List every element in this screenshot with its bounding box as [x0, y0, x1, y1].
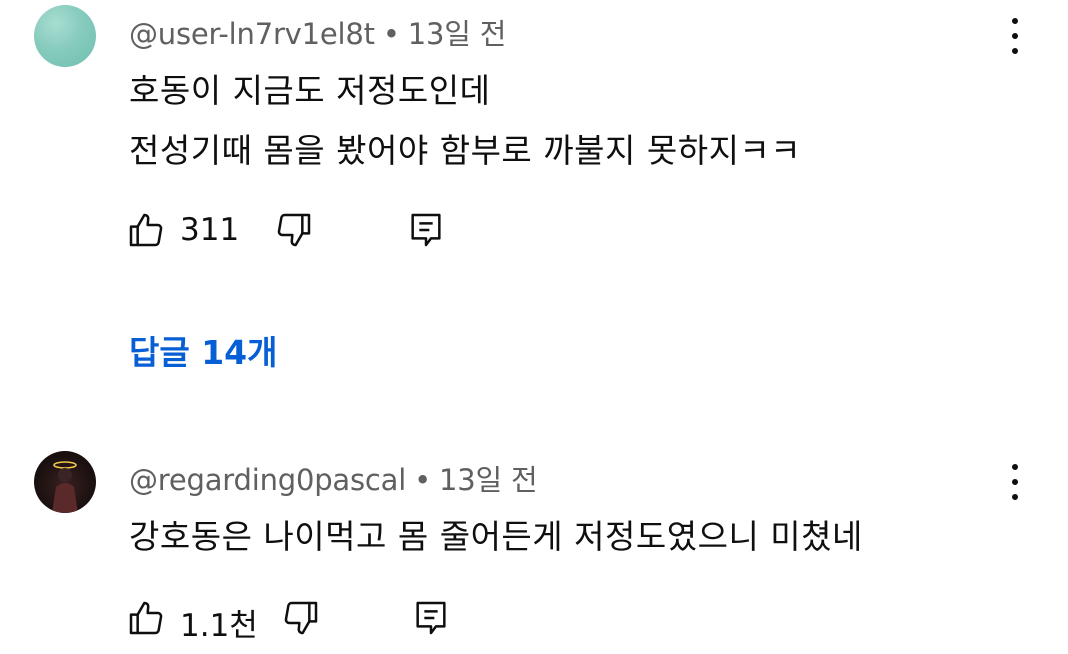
- comment-header: @regarding0pascal • 13일 전: [129, 457, 538, 499]
- dot-icon: [1012, 464, 1018, 470]
- like-button[interactable]: [126, 210, 166, 250]
- dislike-button[interactable]: [281, 598, 321, 638]
- like-count: 1.1천: [180, 608, 258, 644]
- comment-text-line: 호동이 지금도 저정도인데: [129, 71, 491, 110]
- view-replies-button[interactable]: 답글 14개: [129, 326, 278, 374]
- avatar[interactable]: [34, 5, 96, 67]
- dot-icon: [1012, 494, 1018, 500]
- like-button[interactable]: [126, 598, 166, 638]
- dislike-button[interactable]: [274, 210, 314, 250]
- dot-icon: [1012, 18, 1018, 24]
- thumbs-up-icon: [129, 213, 163, 247]
- comment-time[interactable]: 13일 전: [408, 17, 507, 51]
- comment-icon: [416, 601, 446, 635]
- dot-icon: [1012, 479, 1018, 485]
- dot-icon: [1012, 48, 1018, 54]
- reply-button[interactable]: [411, 598, 451, 638]
- separator-dot: •: [382, 17, 400, 51]
- comment-text-line: 강호동은 나이먹고 몸 줄어든게 저정도였으니 미쳤네: [129, 517, 863, 556]
- more-options-button[interactable]: [1005, 462, 1025, 502]
- thumbs-up-icon: [129, 601, 163, 635]
- thumbs-down-icon: [284, 601, 318, 635]
- reply-button[interactable]: [406, 210, 446, 250]
- dot-icon: [1012, 33, 1018, 39]
- author-name[interactable]: @user-ln7rv1el8t: [129, 17, 375, 51]
- comment-time[interactable]: 13일 전: [439, 463, 538, 497]
- more-options-button[interactable]: [1005, 16, 1025, 56]
- author-name[interactable]: @regarding0pascal: [129, 463, 406, 497]
- like-count: 311: [180, 212, 240, 248]
- thumbs-down-icon: [277, 213, 311, 247]
- avatar-figure-icon: [52, 461, 78, 513]
- separator-dot: •: [414, 463, 431, 497]
- avatar[interactable]: [34, 451, 96, 513]
- comment-header: @user-ln7rv1el8t • 13일 전: [129, 11, 506, 53]
- comment-icon: [411, 213, 441, 247]
- comment-text-line: 전성기때 몸을 봤어야 함부로 까불지 못하지ㅋㅋ: [129, 131, 802, 170]
